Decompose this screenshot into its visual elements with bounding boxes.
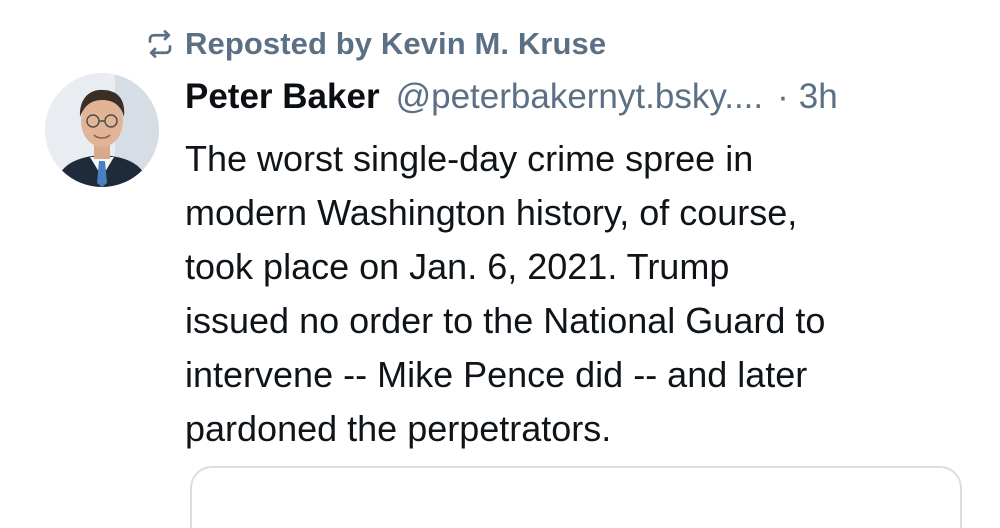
repost-icon (143, 27, 177, 61)
post-body: The worst single-day crime spree in mode… (185, 132, 985, 456)
post-timestamp[interactable]: 3h (799, 77, 838, 117)
embedded-post-card[interactable] (190, 466, 962, 528)
post-text-line: took place on Jan. 6, 2021. Trump (185, 246, 730, 287)
post-text-line: The worst single-day crime spree in (185, 138, 754, 179)
author-name[interactable]: Peter Baker (185, 77, 380, 117)
post-text-line: pardoned the perpetrators. (185, 408, 612, 449)
repost-indicator[interactable]: Reposted by Kevin M. Kruse (143, 24, 606, 64)
post-text-line: issued no order to the National Guard to (185, 300, 826, 341)
post-header: Peter Baker @peterbakernyt.bsky.... · 3h (185, 72, 975, 122)
post-text-line: intervene -- Mike Pence did -- and later (185, 354, 808, 395)
separator-dot: · (777, 77, 789, 116)
repost-label: Reposted by Kevin M. Kruse (185, 26, 607, 61)
author-avatar[interactable] (45, 73, 159, 187)
post-text-line: modern Washington history, of course, (185, 192, 798, 233)
author-handle[interactable]: @peterbakernyt.bsky.... (396, 77, 764, 117)
